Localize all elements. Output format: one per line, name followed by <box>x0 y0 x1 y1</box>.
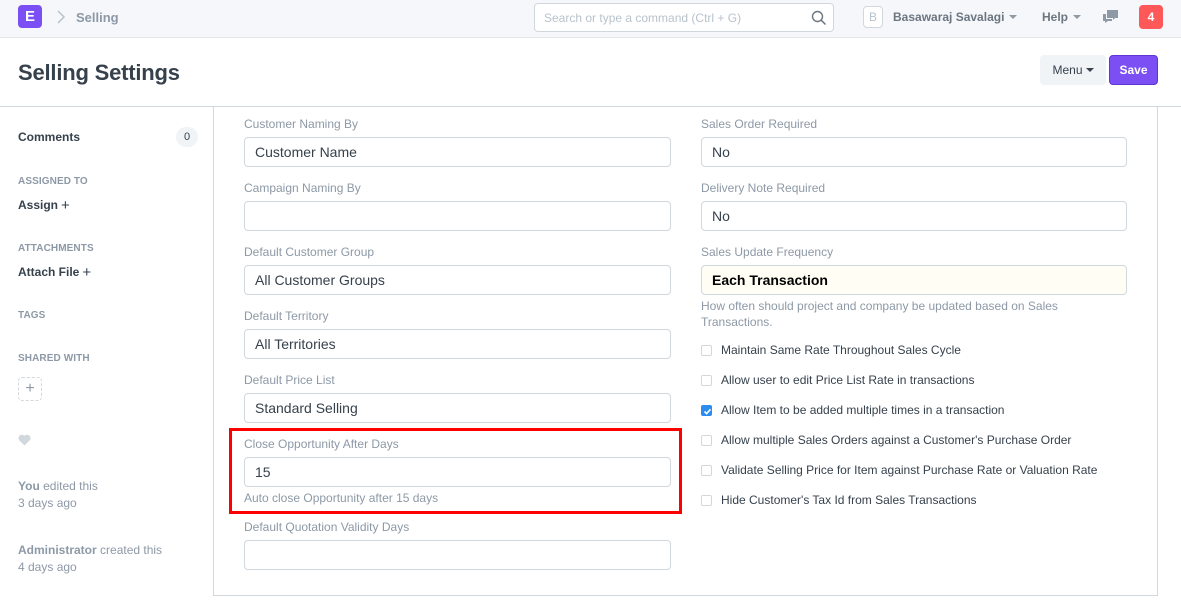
caret-down-icon <box>1009 14 1018 19</box>
attachments-label: ATTACHMENTS <box>18 243 94 254</box>
sidebar: Comments 0 ASSIGNED TO Assign + ATTACHMEN… <box>0 107 213 607</box>
checkmark-icon <box>703 408 712 415</box>
caret-down-icon <box>1073 14 1082 19</box>
activity-time: 3 days ago <box>18 496 77 510</box>
activity-item: You edited this 3 days ago <box>18 478 98 512</box>
checkbox-label: Maintain Same Rate Throughout Sales Cycl… <box>721 343 961 357</box>
default-customer-group-input[interactable] <box>244 265 671 295</box>
default-customer-group-label: Default Customer Group <box>244 245 375 259</box>
add-share-button[interactable]: + <box>18 377 42 401</box>
highlight-annotation-box <box>229 428 682 514</box>
page-title: Selling Settings <box>18 60 180 85</box>
comments-count-badge: 0 <box>176 127 198 147</box>
menu-label: Menu <box>1052 63 1083 77</box>
customer-naming-by-label: Customer Naming By <box>244 117 359 131</box>
assigned-to-label: ASSIGNED TO <box>18 176 88 187</box>
assign-label: Assign <box>18 198 59 212</box>
checkbox[interactable] <box>701 495 712 506</box>
default-quotation-validity-days-label: Default Quotation Validity Days <box>244 520 410 534</box>
checkbox-label: Validate Selling Price for Item against … <box>721 463 1098 477</box>
campaign-naming-by-label: Campaign Naming By <box>244 181 361 195</box>
tags-label[interactable]: TAGS <box>18 310 45 321</box>
activity-action: edited this <box>39 479 98 493</box>
assign-button[interactable]: Assign + <box>18 196 70 214</box>
plus-icon: + <box>82 264 92 281</box>
search-box[interactable] <box>534 3 834 32</box>
checkbox[interactable] <box>701 435 712 446</box>
sales-order-required-label: Sales Order Required <box>701 117 818 131</box>
default-price-list-input[interactable] <box>244 393 671 423</box>
plus-icon: + <box>25 380 35 397</box>
search-icon[interactable] <box>811 10 827 26</box>
checkbox-label: Allow user to edit Price List Rate in tr… <box>721 373 975 387</box>
help-menu[interactable]: Help <box>1042 10 1082 24</box>
checkbox[interactable] <box>701 465 712 476</box>
attach-file-button[interactable]: Attach File + <box>18 263 92 281</box>
checkbox[interactable] <box>701 405 712 416</box>
checkbox-label: Allow Item to be added multiple times in… <box>721 403 1005 417</box>
notification-badge[interactable]: 4 <box>1139 5 1163 29</box>
activity-time: 4 days ago <box>18 560 77 574</box>
navbar: E Selling B Basawaraj Savalagi Help 4 <box>0 0 1181 38</box>
help-label: Help <box>1042 10 1069 24</box>
caret-down-icon <box>1085 67 1094 72</box>
avatar[interactable]: B <box>863 6 883 28</box>
chat-icon[interactable] <box>1102 9 1119 24</box>
shared-with-label: SHARED WITH <box>18 353 90 364</box>
plus-icon: + <box>61 197 70 214</box>
activity-actor: You <box>18 479 40 493</box>
sales-update-frequency-label: Sales Update Frequency <box>701 245 834 259</box>
checkbox[interactable] <box>701 345 712 356</box>
checkbox-label: Allow multiple Sales Orders against a Cu… <box>721 433 1072 447</box>
campaign-naming-by-select[interactable] <box>244 201 671 231</box>
default-price-list-label: Default Price List <box>244 373 335 387</box>
save-button[interactable]: Save <box>1109 55 1158 85</box>
sales-update-frequency-description: How often should project and company be … <box>701 299 1058 329</box>
user-name: Basawaraj Savalagi <box>893 10 1005 24</box>
delivery-note-required-select[interactable] <box>701 201 1127 231</box>
search-input[interactable] <box>544 4 804 31</box>
breadcrumb-selling[interactable]: Selling <box>76 10 119 25</box>
menu-button[interactable]: Menu <box>1040 55 1106 85</box>
app-logo[interactable]: E <box>18 5 42 28</box>
checkbox[interactable] <box>701 375 712 386</box>
checkbox-label: Hide Customer's Tax Id from Sales Transa… <box>721 493 977 507</box>
chevron-right-icon <box>57 10 66 24</box>
default-territory-input[interactable] <box>244 329 671 359</box>
activity-item: Administrator created this 4 days ago <box>18 542 162 576</box>
customer-naming-by-select[interactable] <box>244 137 671 167</box>
default-territory-label: Default Territory <box>244 309 329 323</box>
sales-order-required-select[interactable] <box>701 137 1127 167</box>
default-quotation-validity-days-input[interactable] <box>244 540 671 570</box>
comments-link[interactable]: Comments <box>18 130 80 144</box>
attach-file-label: Attach File <box>18 265 80 279</box>
activity-action: created this <box>96 543 163 557</box>
heart-icon[interactable] <box>18 434 31 446</box>
user-menu[interactable]: Basawaraj Savalagi <box>893 10 1018 24</box>
sales-update-frequency-select[interactable] <box>701 265 1127 295</box>
delivery-note-required-label: Delivery Note Required <box>701 181 826 195</box>
activity-actor: Administrator <box>18 543 97 557</box>
